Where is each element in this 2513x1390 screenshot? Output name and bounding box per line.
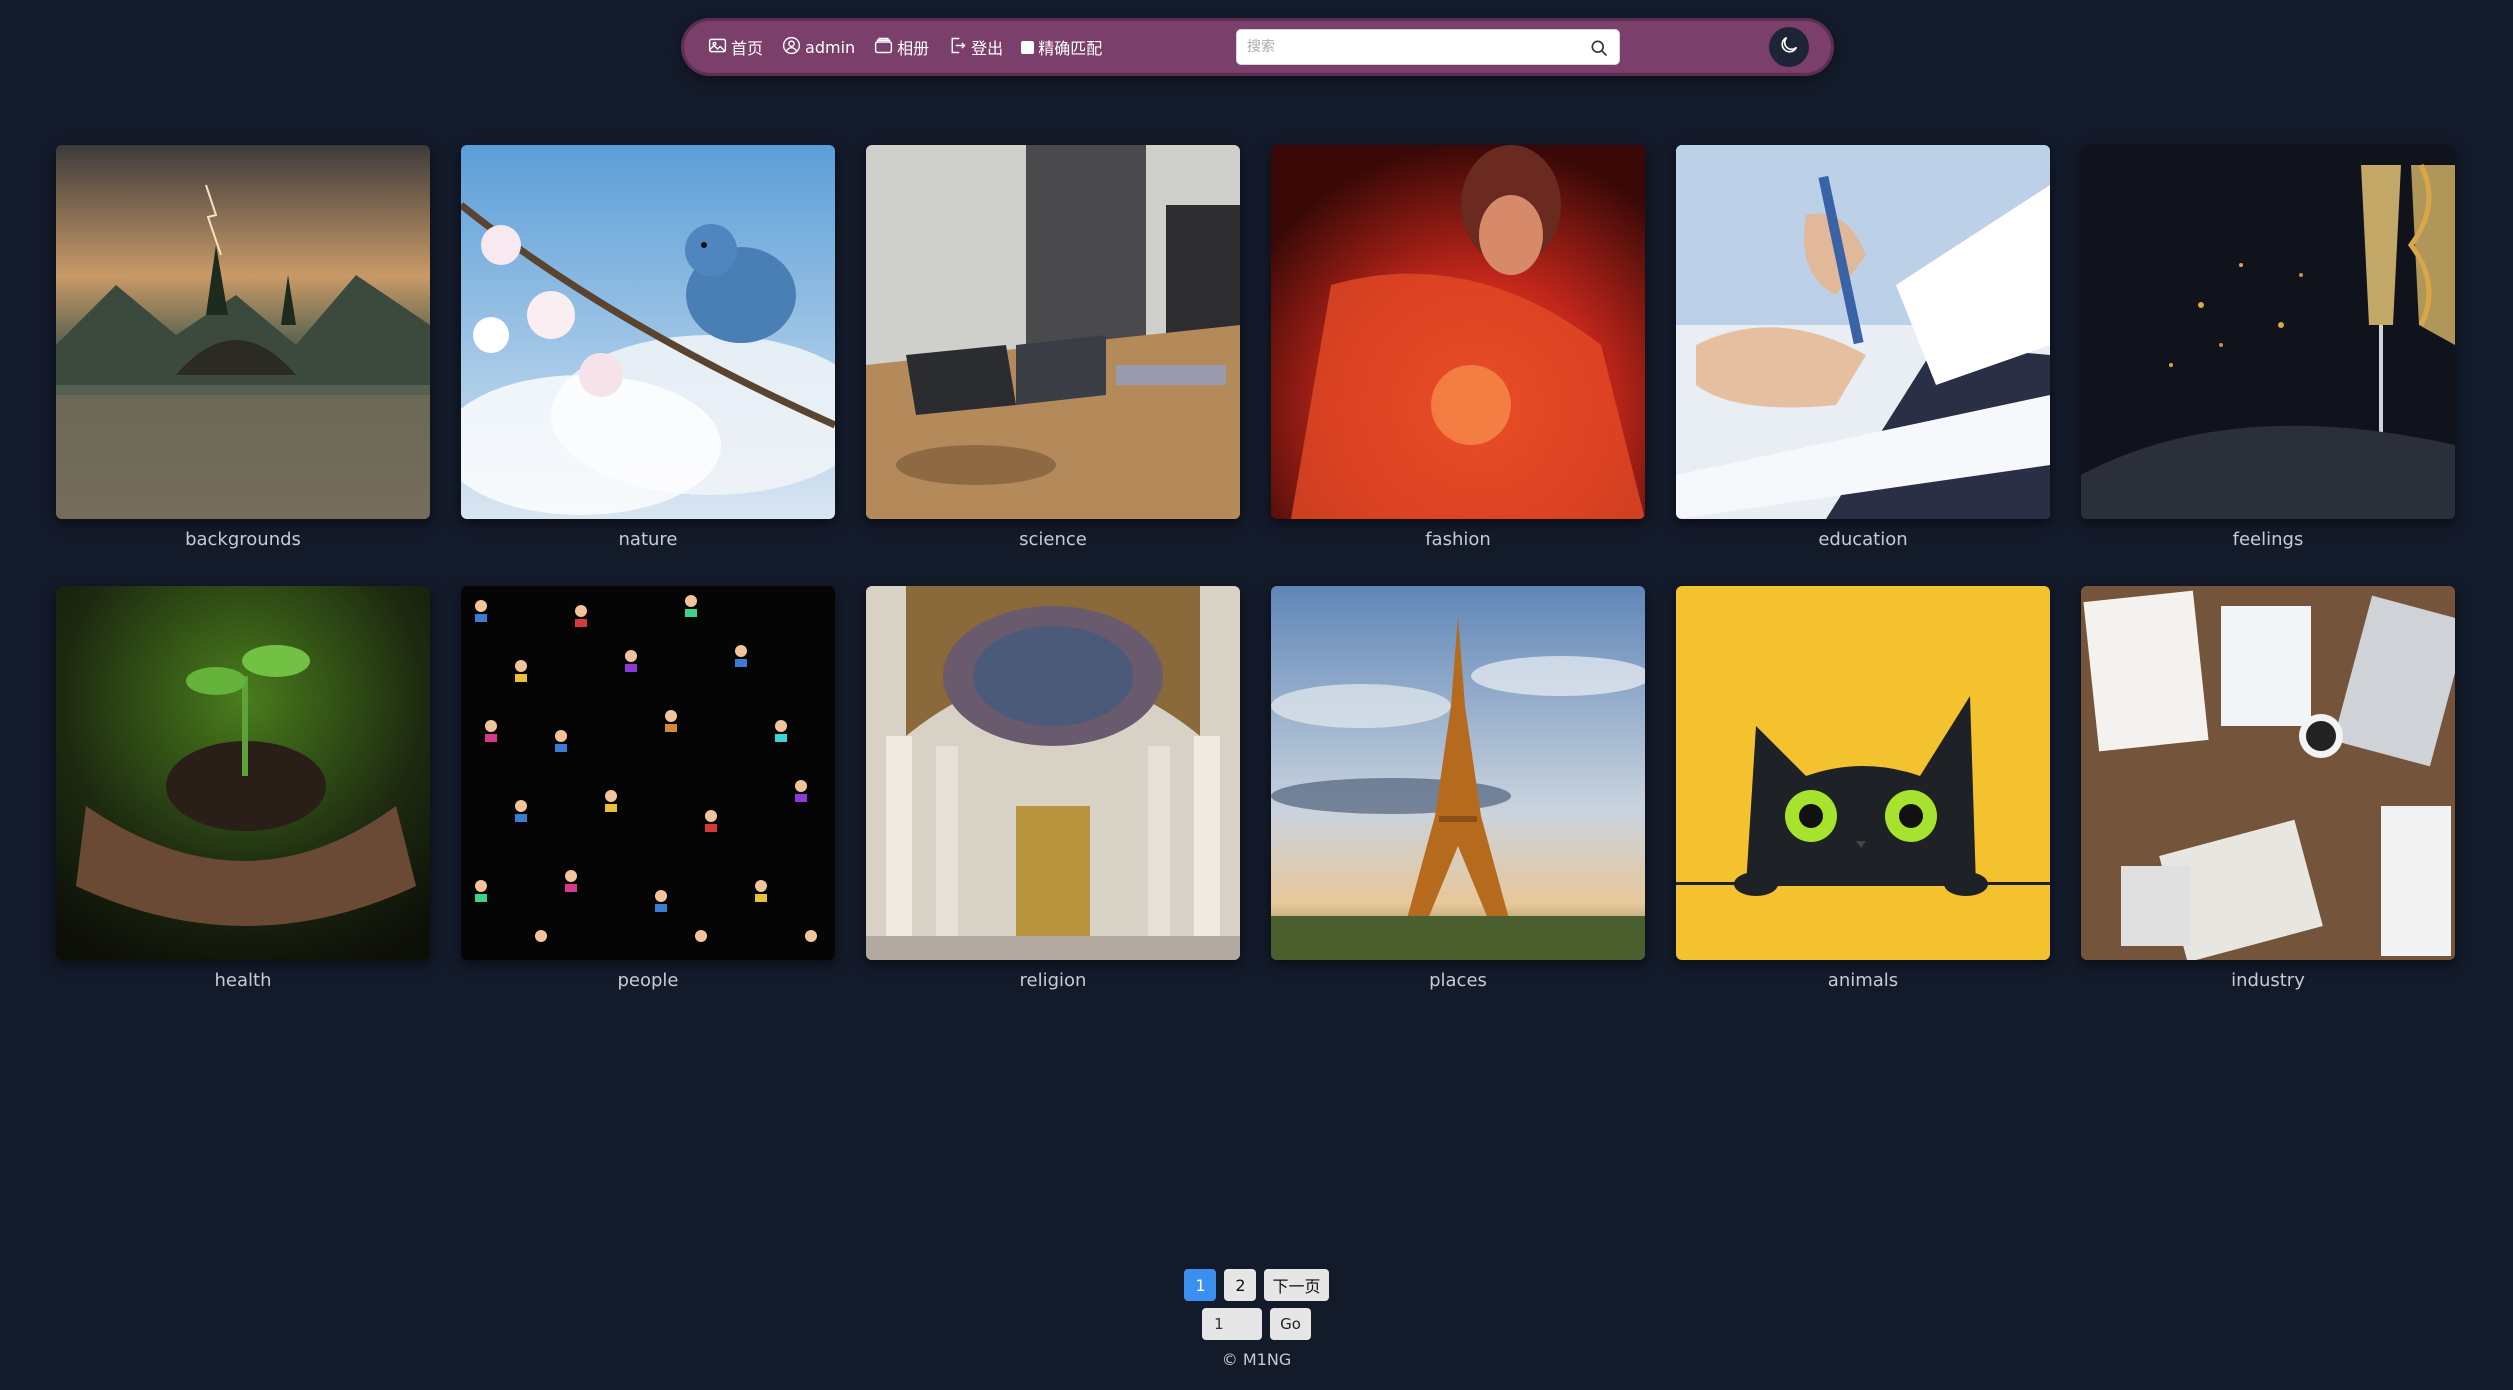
search-icon[interactable] (1589, 38, 1609, 58)
nav-user-link[interactable]: admin (781, 35, 855, 60)
gallery-thumbnail[interactable] (866, 586, 1240, 960)
page-button-1[interactable]: 1 (1184, 1269, 1217, 1301)
footer-copyright: © M1NG (1221, 1350, 1292, 1369)
gallery-caption: animals (1827, 970, 1899, 991)
user-circle-icon (781, 35, 805, 60)
pagination: 1 2 下一页 (0, 1269, 2513, 1301)
go-button[interactable]: Go (1270, 1308, 1311, 1340)
gallery-thumbnail[interactable] (866, 145, 1240, 519)
gallery-caption: education (1818, 529, 1908, 550)
gallery-card-places[interactable]: places (1271, 586, 1645, 991)
nav-logout-label: 登出 (971, 39, 1004, 58)
exact-match-checkbox[interactable]: 精确匹配 (1021, 35, 1102, 59)
office-meeting-image (866, 145, 1240, 519)
dark-mode-toggle[interactable] (1769, 27, 1809, 67)
nav-logout-link[interactable]: 登出 (947, 35, 1003, 60)
checkbox-box[interactable] (1021, 40, 1035, 54)
gallery-card-people[interactable]: people (461, 586, 835, 991)
nav-user-label: admin (805, 37, 856, 57)
red-dress-image (1271, 145, 1645, 519)
gallery-card-fashion[interactable]: fashion (1271, 145, 1645, 550)
gallery-thumbnail[interactable] (461, 145, 835, 519)
gallery-thumbnail[interactable] (2081, 586, 2455, 960)
gallery-card-religion[interactable]: religion (866, 586, 1240, 991)
black-cat-image (1676, 586, 2050, 960)
exact-match-label: 精确匹配 (1038, 39, 1103, 58)
search-box (1236, 29, 1620, 65)
nav-home-label: 首页 (731, 39, 764, 58)
search-input[interactable] (1247, 30, 1567, 64)
gallery-card-health[interactable]: health (56, 586, 430, 991)
gallery-card-feelings[interactable]: feelings (2081, 145, 2455, 550)
gallery-thumbnail[interactable] (1271, 145, 1645, 519)
eiffel-tower-image (1271, 586, 1645, 960)
business-desk-image (2081, 586, 2455, 960)
gallery-caption: science (1019, 529, 1087, 550)
seedling-hands-image (56, 586, 430, 960)
gallery-thumbnail[interactable] (56, 145, 430, 519)
moon-icon (1778, 34, 1800, 60)
gallery-caption: health (214, 970, 272, 991)
gallery-thumbnail[interactable] (56, 586, 430, 960)
nav-home-link[interactable]: 首页 (707, 35, 763, 60)
gallery-thumbnail[interactable] (1676, 586, 2050, 960)
nav-album-link[interactable]: 相册 (873, 35, 929, 60)
page-jump: Go (0, 1308, 2513, 1340)
gallery-card-backgrounds[interactable]: backgrounds (56, 145, 430, 550)
logout-icon (947, 35, 971, 60)
image-icon (707, 35, 731, 60)
gallery-thumbnail[interactable] (2081, 145, 2455, 519)
gallery-caption: industry (2231, 970, 2305, 991)
gallery-card-nature[interactable]: nature (461, 145, 835, 550)
page-jump-input[interactable] (1202, 1308, 1263, 1340)
chapel-interior-image (866, 586, 1240, 960)
landscape-lake-image (56, 145, 430, 519)
champagne-celebration-image (2081, 145, 2455, 519)
album-icon (873, 35, 897, 60)
signing-document-image (1676, 145, 2050, 519)
top-navbar: 首页 admin 相册 登出 精确匹配 (681, 18, 1834, 76)
next-page-button[interactable]: 下一页 (1264, 1269, 1329, 1301)
nav-links: 首页 admin 相册 登出 精确匹配 (707, 18, 1102, 76)
gallery-caption: religion (1019, 970, 1087, 991)
gallery-caption: people (617, 970, 679, 991)
gallery-caption: nature (618, 529, 678, 550)
gallery-caption: fashion (1425, 529, 1491, 550)
gallery-caption: feelings (2232, 529, 2304, 550)
page-button-2[interactable]: 2 (1224, 1269, 1257, 1301)
gallery-thumbnail[interactable] (1676, 145, 2050, 519)
gallery-card-animals[interactable]: animals (1676, 586, 2050, 991)
bird-branch-image (461, 145, 835, 519)
gallery-caption: places (1429, 970, 1487, 991)
gallery-card-education[interactable]: education (1676, 145, 2050, 550)
gallery-card-industry[interactable]: industry (2081, 586, 2455, 991)
gallery-caption: backgrounds (185, 529, 301, 550)
gallery-thumbnail[interactable] (1271, 586, 1645, 960)
people-icons-image (461, 586, 835, 960)
gallery-card-science[interactable]: science (866, 145, 1240, 550)
gallery-thumbnail[interactable] (461, 586, 835, 960)
nav-album-label: 相册 (897, 39, 930, 58)
